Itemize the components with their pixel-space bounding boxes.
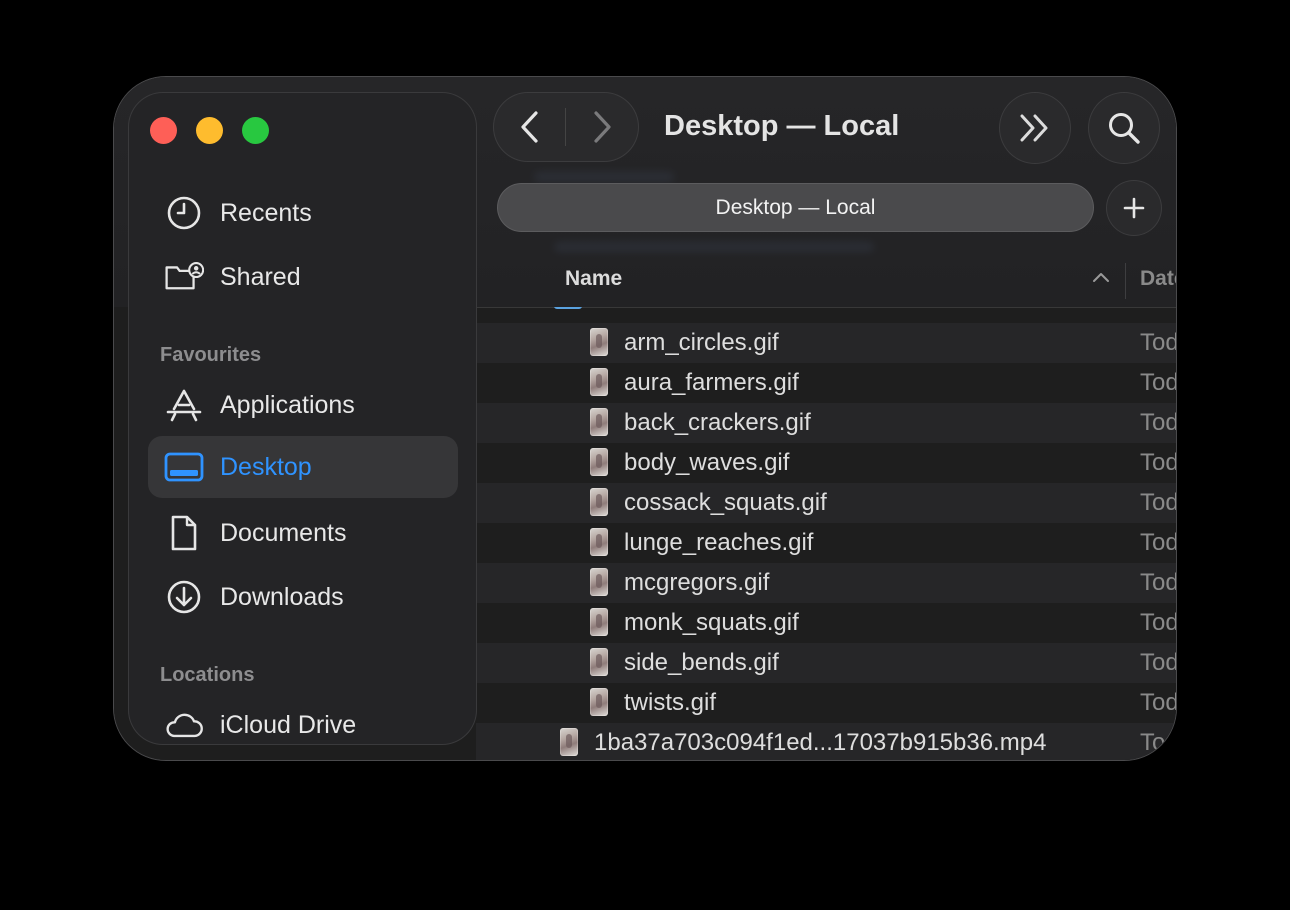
table-row[interactable]: body_waves.gif Tod (476, 443, 1176, 483)
locations-section-title: Locations (160, 664, 255, 686)
chevron-right-icon (594, 111, 611, 143)
sidebar-item-documents[interactable]: Documents (148, 502, 458, 564)
column-header: Name Date (476, 255, 1176, 308)
sidebar-item-label: iCloud Drive (220, 710, 357, 739)
gif-file-icon (590, 608, 608, 636)
file-date: Tod (1140, 569, 1176, 596)
file-name: 1ba37a703c094f1ed...17037b915b36.mp4 (594, 729, 1047, 756)
file-name: aura_farmers.gif (624, 369, 799, 396)
table-row[interactable]: aura_farmers.gif Tod (476, 363, 1176, 403)
double-chevron-right-icon (1020, 114, 1048, 142)
finder-window: Desktop — Local Desktop — Local Name Dat… (114, 77, 1176, 760)
table-row[interactable]: monk_squats.gif Tod (476, 603, 1176, 643)
chevron-left-icon (521, 111, 538, 143)
document-icon (164, 513, 204, 553)
tab-desktop-local[interactable]: Desktop — Local (498, 184, 1093, 231)
maximize-window-button[interactable] (242, 117, 269, 144)
sidebar-item-applications[interactable]: Applications (148, 374, 458, 436)
new-tab-button[interactable] (1107, 181, 1161, 235)
video-file-icon (560, 728, 578, 756)
download-icon (164, 577, 204, 617)
gif-file-icon (590, 448, 608, 476)
file-date: To (1140, 729, 1166, 756)
file-name: cossack_squats.gif (624, 489, 827, 516)
search-button[interactable] (1089, 93, 1159, 163)
cloud-icon (164, 705, 204, 744)
date-column-header[interactable]: Date (1140, 267, 1176, 291)
sidebar-item-shared[interactable]: Shared (148, 246, 458, 308)
file-list: 1ba37a703c094f1ed7317037b915b36 Tod arm_… (476, 307, 1176, 760)
sidebar-item-recents[interactable]: Recents (148, 182, 458, 244)
file-date: Tod (1140, 649, 1176, 676)
desktop-icon (164, 447, 204, 487)
more-toolbar-button[interactable] (1000, 93, 1070, 163)
plus-icon (1123, 197, 1145, 219)
forward-button[interactable] (566, 93, 638, 161)
gif-file-icon (590, 408, 608, 436)
table-row[interactable]: cossack_squats.gif Tod (476, 483, 1176, 523)
file-date: Tod (1140, 689, 1176, 716)
file-name: twists.gif (624, 689, 717, 716)
file-name: back_crackers.gif (624, 409, 811, 436)
sidebar-item-desktop[interactable]: Desktop (148, 436, 458, 498)
table-row[interactable]: lunge_reaches.gif Tod (476, 523, 1176, 563)
table-row[interactable]: 1ba37a703c094f1ed...17037b915b36.mp4 To (476, 723, 1176, 760)
file-date: Tod (1140, 449, 1176, 476)
shared-folder-icon (164, 257, 204, 297)
navigation-pill (494, 93, 638, 161)
sidebar-item-label: Documents (220, 518, 347, 547)
file-date: Tod (1140, 369, 1176, 396)
table-row[interactable]: arm_circles.gif Tod (476, 323, 1176, 363)
sidebar-item-label: Shared (220, 262, 301, 291)
file-name: arm_circles.gif (624, 329, 779, 356)
file-name: monk_squats.gif (624, 609, 799, 636)
window-title: Desktop — Local (664, 110, 900, 142)
table-row[interactable]: side_bends.gif Tod (476, 643, 1176, 683)
file-date: Tod (1140, 609, 1176, 636)
file-name: lunge_reaches.gif (624, 529, 814, 556)
file-date: Tod (1140, 489, 1176, 516)
favourites-section-title: Favourites (160, 344, 262, 366)
gif-file-icon (590, 648, 608, 676)
sidebar-item-downloads[interactable]: Downloads (148, 566, 458, 628)
sidebar: Recents Shared Favourites Applications D… (129, 93, 476, 744)
file-name: mcgregors.gif (624, 569, 770, 596)
applications-icon (164, 385, 204, 425)
column-separator[interactable] (1125, 263, 1126, 299)
file-name: side_bends.gif (624, 649, 779, 676)
gif-file-icon (590, 528, 608, 556)
table-row[interactable]: twists.gif Tod (476, 683, 1176, 723)
name-column-header[interactable]: Name (565, 267, 622, 291)
sidebar-item-label: Downloads (220, 582, 344, 611)
sidebar-item-label: Recents (220, 198, 312, 227)
close-window-button[interactable] (150, 117, 177, 144)
gif-file-icon (590, 328, 608, 356)
gif-file-icon (590, 488, 608, 516)
clock-icon (164, 193, 204, 233)
file-name: body_waves.gif (624, 449, 790, 476)
back-button[interactable] (494, 93, 566, 161)
gif-file-icon (590, 688, 608, 716)
sidebar-item-label: Applications (220, 390, 355, 419)
table-row[interactable]: back_crackers.gif Tod (476, 403, 1176, 443)
table-row[interactable]: mcgregors.gif Tod (476, 563, 1176, 603)
folder-icon (554, 307, 582, 309)
minimize-window-button[interactable] (196, 117, 223, 144)
file-date: Tod (1140, 529, 1176, 556)
search-icon (1109, 113, 1140, 144)
sidebar-item-label: Desktop (220, 452, 312, 481)
gif-file-icon (590, 568, 608, 596)
gif-file-icon (590, 368, 608, 396)
file-date: Tod (1140, 409, 1176, 436)
file-date: Tod (1140, 329, 1176, 356)
sidebar-item-icloud-drive[interactable]: iCloud Drive (148, 694, 458, 744)
sort-chevron-up-icon[interactable] (1092, 271, 1110, 283)
